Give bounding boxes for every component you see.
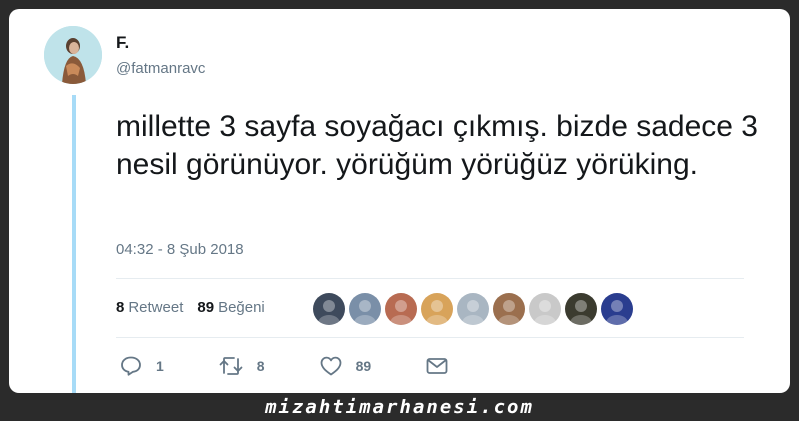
likers-avatar-list (313, 293, 633, 325)
author-handle[interactable]: @fatmanravc (116, 60, 205, 77)
direct-message-icon (426, 357, 448, 375)
like-stat-count: 89 (197, 299, 215, 316)
liker-avatar-1[interactable] (313, 293, 345, 325)
liker-avatar-3[interactable] (385, 293, 417, 325)
thread-line (72, 95, 76, 393)
liker-avatar-7[interactable] (529, 293, 561, 325)
direct-message-button[interactable] (426, 357, 448, 375)
liker-avatar-2[interactable] (349, 293, 381, 325)
tweet-timestamp[interactable]: 04:32 - 8 Şub 2018 (116, 241, 244, 258)
tweet-actions: 1 8 89 (120, 356, 503, 376)
retweet-stat-count: 8 (116, 299, 125, 316)
heart-icon (320, 356, 342, 376)
tweet-text: millette 3 sayfa soyağacı çıkmış. bizde … (116, 110, 758, 181)
like-count: 89 (355, 358, 372, 374)
divider (116, 337, 744, 338)
engagement-stats: 8 Retweet 89 Beğeni (116, 299, 265, 316)
reply-count: 1 (156, 358, 164, 374)
liker-avatar-9[interactable] (601, 293, 633, 325)
liker-avatar-6[interactable] (493, 293, 525, 325)
liker-avatar-5[interactable] (457, 293, 489, 325)
tweet-card: F. @fatmanravc millette 3 sayfa soyağacı… (9, 9, 790, 393)
like-stat[interactable]: 89 Beğeni (197, 299, 264, 316)
retweet-stat[interactable]: 8 Retweet (116, 299, 183, 316)
retweet-stat-label: Retweet (128, 299, 184, 316)
like-button[interactable]: 89 (320, 356, 372, 376)
retweet-icon (219, 356, 243, 376)
author-avatar[interactable] (44, 26, 102, 84)
liker-avatar-8[interactable] (565, 293, 597, 325)
author-display-name[interactable]: F. (116, 33, 129, 53)
liker-avatar-4[interactable] (421, 293, 453, 325)
reply-icon (120, 356, 142, 376)
retweet-count: 8 (256, 358, 265, 374)
like-stat-label: Beğeni (218, 299, 265, 316)
site-watermark: mizahtimarhanesi.com (265, 396, 534, 418)
retweet-button[interactable]: 8 (219, 356, 265, 376)
reply-button[interactable]: 1 (120, 356, 164, 376)
divider (116, 278, 744, 279)
